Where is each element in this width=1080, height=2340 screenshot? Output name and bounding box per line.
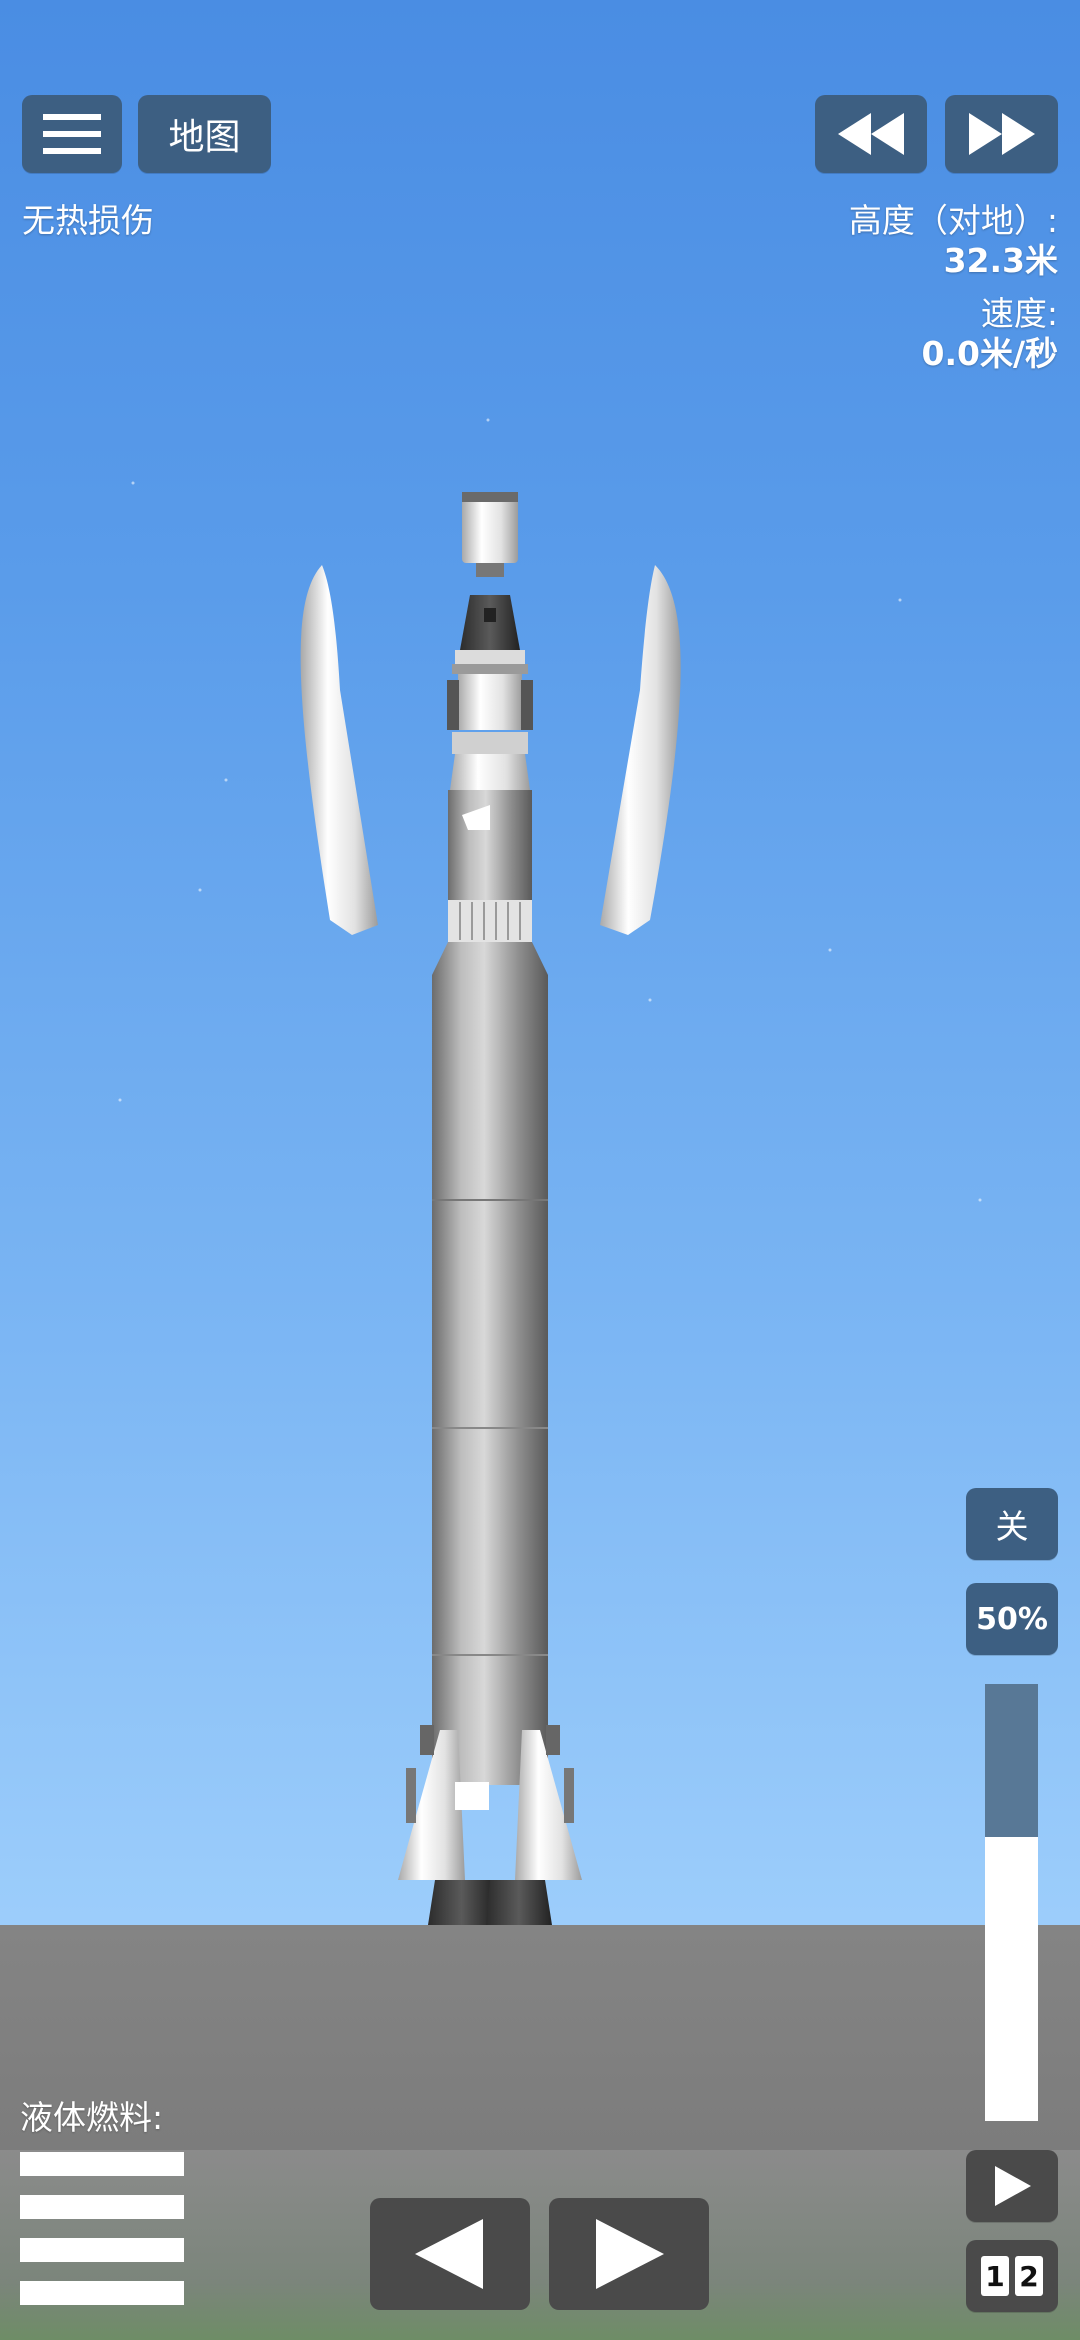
toggle-label: 关: [995, 1507, 1029, 1546]
throttle-percent-label: 50%: [976, 1601, 1048, 1637]
throttle-level: [985, 1684, 1038, 1837]
fuel-bar: [20, 2281, 184, 2305]
triangle-left-icon: [415, 2219, 483, 2289]
fuel-bar: [20, 2238, 184, 2262]
fuel-bar: [20, 2195, 184, 2219]
throttle-percent-button[interactable]: 50%: [966, 1583, 1058, 1655]
next-button[interactable]: [549, 2198, 709, 2310]
triangle-right-icon: [596, 2219, 664, 2289]
fuel-bar: [20, 2152, 184, 2176]
stage-digit-1: 1: [981, 2256, 1009, 2296]
stage-digit-2: 2: [1015, 2256, 1043, 2296]
throttle-slider[interactable]: [985, 1684, 1038, 2121]
fuel-label: 液体燃料:: [20, 2098, 164, 2137]
play-icon: [995, 2166, 1031, 2206]
previous-button[interactable]: [370, 2198, 530, 2310]
toggle-button[interactable]: 关: [966, 1488, 1058, 1560]
play-button[interactable]: [966, 2150, 1058, 2222]
stage-selector[interactable]: 1 2: [966, 2240, 1058, 2312]
